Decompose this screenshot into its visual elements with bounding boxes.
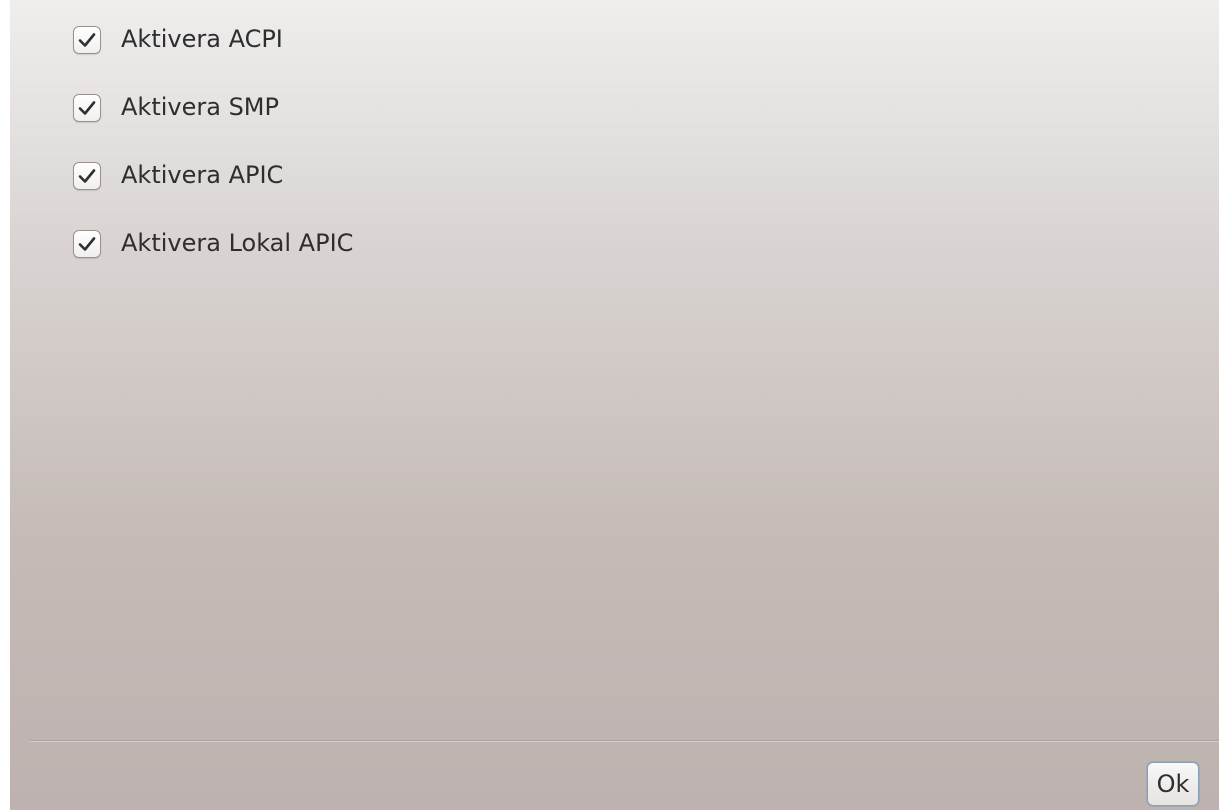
checkmark-icon <box>78 237 96 251</box>
option-smp[interactable]: Aktivera SMP <box>73 90 353 158</box>
footer-separator <box>30 740 1219 742</box>
local-apic-label: Aktivera Lokal APIC <box>121 229 354 257</box>
ok-button[interactable]: Ok <box>1147 762 1199 806</box>
checkmark-icon <box>78 169 96 183</box>
smp-checkbox[interactable] <box>73 94 101 122</box>
checkmark-icon <box>78 33 96 47</box>
checkmark-icon <box>78 101 96 115</box>
apic-checkbox[interactable] <box>73 162 101 190</box>
smp-label: Aktivera SMP <box>121 93 279 121</box>
local-apic-checkbox[interactable] <box>73 230 101 258</box>
acpi-checkbox[interactable] <box>73 26 101 54</box>
boot-options-dialog: Aktivera ACPI Aktivera SMP Aktivera APIC <box>10 0 1219 810</box>
option-apic[interactable]: Aktivera APIC <box>73 158 353 226</box>
kernel-options-list: Aktivera ACPI Aktivera SMP Aktivera APIC <box>73 22 353 294</box>
option-acpi[interactable]: Aktivera ACPI <box>73 22 353 90</box>
apic-label: Aktivera APIC <box>121 161 284 189</box>
acpi-label: Aktivera ACPI <box>121 25 283 53</box>
option-local-apic[interactable]: Aktivera Lokal APIC <box>73 226 353 294</box>
